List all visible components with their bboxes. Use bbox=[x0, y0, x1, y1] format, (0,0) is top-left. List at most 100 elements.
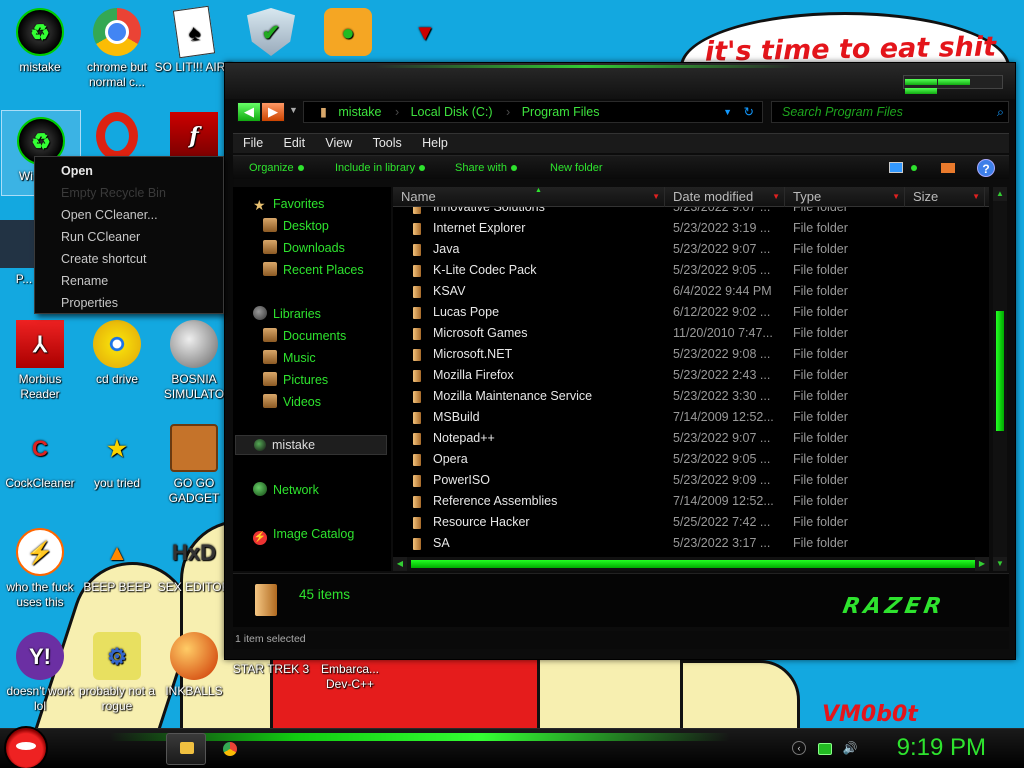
desktop-icon-you-tried[interactable]: ★ you tried bbox=[77, 418, 157, 491]
desktop-icon-piggies[interactable]: ● bbox=[308, 2, 388, 60]
menu-item-create-shortcut[interactable]: Create shortcut bbox=[35, 248, 223, 270]
scroll-down-button[interactable]: ▼ bbox=[993, 557, 1007, 571]
volume-icon[interactable]: 🔊 bbox=[842, 741, 858, 757]
search-icon[interactable]: ⌕ bbox=[997, 102, 1004, 122]
file-row[interactable]: Notepad++ 5/23/2022 9:07 ... File folder bbox=[393, 428, 989, 449]
change-view-icon[interactable] bbox=[889, 162, 903, 173]
taskbar-chrome-button[interactable] bbox=[210, 733, 250, 765]
start-button[interactable] bbox=[4, 726, 48, 768]
preview-pane-icon[interactable] bbox=[941, 163, 955, 173]
search-input[interactable]: Search Program Files ⌕ bbox=[771, 101, 1009, 123]
vertical-scroll-thumb[interactable] bbox=[996, 311, 1004, 431]
column-header-size[interactable]: Size ▼ bbox=[905, 187, 985, 207]
file-row[interactable]: Microsoft.NET 5/23/2022 9:08 ... File fold… bbox=[393, 344, 989, 365]
forward-button[interactable]: ▶ bbox=[261, 102, 285, 122]
menu-help[interactable]: Help bbox=[412, 134, 455, 153]
file-row[interactable]: Java 5/23/2022 9:07 ... File folder bbox=[393, 239, 989, 260]
column-header-date[interactable]: Date modified ▼ bbox=[665, 187, 785, 207]
menu-item-run-ccleaner[interactable]: Run CCleaner bbox=[35, 226, 223, 248]
vertical-scrollbar[interactable]: ▲ ▼ bbox=[993, 187, 1007, 571]
nav-user-folder[interactable]: mistake bbox=[235, 435, 387, 455]
desktop-icon-cockcleaner[interactable]: C CockCleaner bbox=[0, 418, 80, 491]
share-with-button[interactable]: Share with bbox=[455, 156, 517, 180]
file-row[interactable]: Innovative Solutions 5/23/2022 9:07 ... Fi… bbox=[393, 207, 989, 218]
nav-network[interactable]: Network bbox=[253, 481, 319, 499]
nav-music[interactable]: Music bbox=[263, 349, 316, 367]
taskbar-clock[interactable]: 9:19 PM bbox=[897, 734, 986, 762]
file-row[interactable]: Mozilla Firefox 5/23/2022 2:43 ... File fo… bbox=[393, 365, 989, 386]
desktop-icon-rogue[interactable]: ⚙ probably not a rogue bbox=[77, 626, 157, 714]
nav-image-catalog[interactable]: ⚡ Image Catalog bbox=[253, 525, 354, 545]
horizontal-scrollbar[interactable]: ◀ ▶ bbox=[393, 557, 989, 571]
desktop-icon-chrome[interactable]: chrome but normal c... bbox=[77, 2, 157, 90]
desktop-icon-eagle[interactable]: ▼ bbox=[385, 2, 465, 60]
desktop-icon-go-go-gadget[interactable]: GO GO GADGET bbox=[154, 418, 234, 506]
menu-item-rename[interactable]: Rename bbox=[35, 270, 223, 292]
file-row[interactable]: KSAV 6/4/2022 9:44 PM File folder bbox=[393, 281, 989, 302]
taskbar-explorer-button[interactable] bbox=[166, 733, 206, 765]
desktop-icon-mistake[interactable]: ♻ mistake bbox=[0, 2, 80, 75]
desktop-icon-shield[interactable]: ✔ bbox=[231, 2, 311, 60]
breadcrumb-program-files[interactable]: Program Files bbox=[522, 105, 600, 119]
scroll-left-button[interactable]: ◀ bbox=[393, 557, 407, 571]
desktop-icon-sex-editor[interactable]: HxD SEX EDITOR bbox=[154, 522, 234, 595]
view-options-icon[interactable] bbox=[911, 165, 917, 171]
nav-recent-places[interactable]: Recent Places bbox=[263, 261, 364, 279]
column-header-name[interactable]: Name ▼ ▲ bbox=[393, 187, 665, 207]
desktop-icon-so-lit[interactable]: ♠ SO LIT!!! AIRE bbox=[154, 2, 234, 75]
desktop-icon-bolt[interactable]: ⚡ who the fuck uses this bbox=[0, 522, 80, 610]
column-header-type[interactable]: Type ▼ bbox=[785, 187, 905, 207]
horizontal-scroll-thumb[interactable] bbox=[411, 560, 975, 568]
address-dropdown-icon[interactable]: ▼ bbox=[723, 102, 732, 122]
menu-file[interactable]: File bbox=[233, 134, 270, 153]
file-row[interactable]: Mozilla Maintenance Service 5/23/2022 3:3… bbox=[393, 386, 989, 407]
menu-item-open[interactable]: Open bbox=[35, 160, 223, 182]
scroll-up-button[interactable]: ▲ bbox=[993, 187, 1007, 201]
desktop-icon-bosnia[interactable]: BOSNIA SIMULATO bbox=[154, 314, 234, 402]
desktop-icon-yahoo[interactable]: Y! doesn't work lol bbox=[0, 626, 80, 714]
window-title-bar[interactable] bbox=[225, 63, 1015, 99]
include-in-library-button[interactable]: Include in library bbox=[335, 156, 426, 180]
recent-pages-button[interactable]: ▼ bbox=[289, 105, 298, 115]
menu-item-open-ccleaner[interactable]: Open CCleaner... bbox=[35, 204, 223, 226]
maximize-button[interactable] bbox=[938, 79, 970, 85]
desktop-icon-beep-beep[interactable]: ▲ BEEP BEEP bbox=[77, 522, 157, 595]
file-row[interactable]: Lucas Pope 6/12/2022 9:02 ... File folder bbox=[393, 302, 989, 323]
menu-tools[interactable]: Tools bbox=[363, 134, 409, 153]
file-row[interactable]: Microsoft Games 11/20/2010 7:47... File fo… bbox=[393, 323, 989, 344]
minimize-button[interactable] bbox=[905, 79, 937, 85]
menu-view[interactable]: View bbox=[315, 134, 359, 153]
file-row[interactable]: MSBuild 7/14/2009 12:52... File folder bbox=[393, 407, 989, 428]
breadcrumb-local-disk[interactable]: Local Disk (C:) bbox=[411, 105, 493, 119]
new-folder-button[interactable]: New folder bbox=[550, 156, 603, 180]
network-tray-icon[interactable] bbox=[818, 743, 832, 755]
close-button[interactable] bbox=[905, 88, 937, 94]
file-row[interactable]: SA 5/23/2022 3:17 ... File folder bbox=[393, 533, 989, 554]
nav-videos[interactable]: Videos bbox=[263, 393, 321, 411]
address-bar[interactable]: ▮ mistake › Local Disk (C:) › Program Fi… bbox=[303, 101, 763, 123]
nav-libraries[interactable]: Libraries bbox=[253, 305, 321, 323]
menu-edit[interactable]: Edit bbox=[274, 134, 313, 153]
nav-documents[interactable]: Documents bbox=[263, 327, 346, 345]
file-row[interactable]: Resource Hacker 5/25/2022 7:42 ... File fo… bbox=[393, 512, 989, 533]
nav-desktop[interactable]: Desktop bbox=[263, 217, 329, 235]
organize-button[interactable]: Organize bbox=[249, 156, 304, 180]
menu-item-properties[interactable]: Properties bbox=[35, 292, 223, 314]
file-row[interactable]: Reference Assemblies 7/14/2009 12:52... Fi… bbox=[393, 491, 989, 512]
file-row[interactable]: PowerISO 5/23/2022 9:09 ... File folder bbox=[393, 470, 989, 491]
file-row[interactable]: Opera 5/23/2022 9:05 ... File folder bbox=[393, 449, 989, 470]
back-button[interactable]: ◀ bbox=[237, 102, 261, 122]
desktop-icon-morbius-reader[interactable]: ⅄ Morbius Reader bbox=[0, 314, 80, 402]
file-row[interactable]: Internet Explorer 5/23/2022 3:19 ... File … bbox=[393, 218, 989, 239]
desktop-icon-inkballs[interactable]: INKBALLS bbox=[154, 626, 234, 699]
scroll-right-button[interactable]: ▶ bbox=[975, 557, 989, 571]
help-icon[interactable]: ? bbox=[977, 159, 995, 177]
refresh-icon[interactable]: ↻ bbox=[744, 102, 754, 122]
desktop-icon-cd-drive[interactable]: cd drive bbox=[77, 314, 157, 387]
show-hidden-icons-button[interactable]: ‹ bbox=[792, 741, 806, 755]
file-row[interactable]: K-Lite Codec Pack 5/23/2022 9:05 ... File … bbox=[393, 260, 989, 281]
nav-downloads[interactable]: Downloads bbox=[263, 239, 345, 257]
nav-favorites[interactable]: ★ Favorites bbox=[253, 195, 324, 213]
breadcrumb-mistake[interactable]: mistake bbox=[338, 105, 381, 119]
nav-pictures[interactable]: Pictures bbox=[263, 371, 328, 389]
